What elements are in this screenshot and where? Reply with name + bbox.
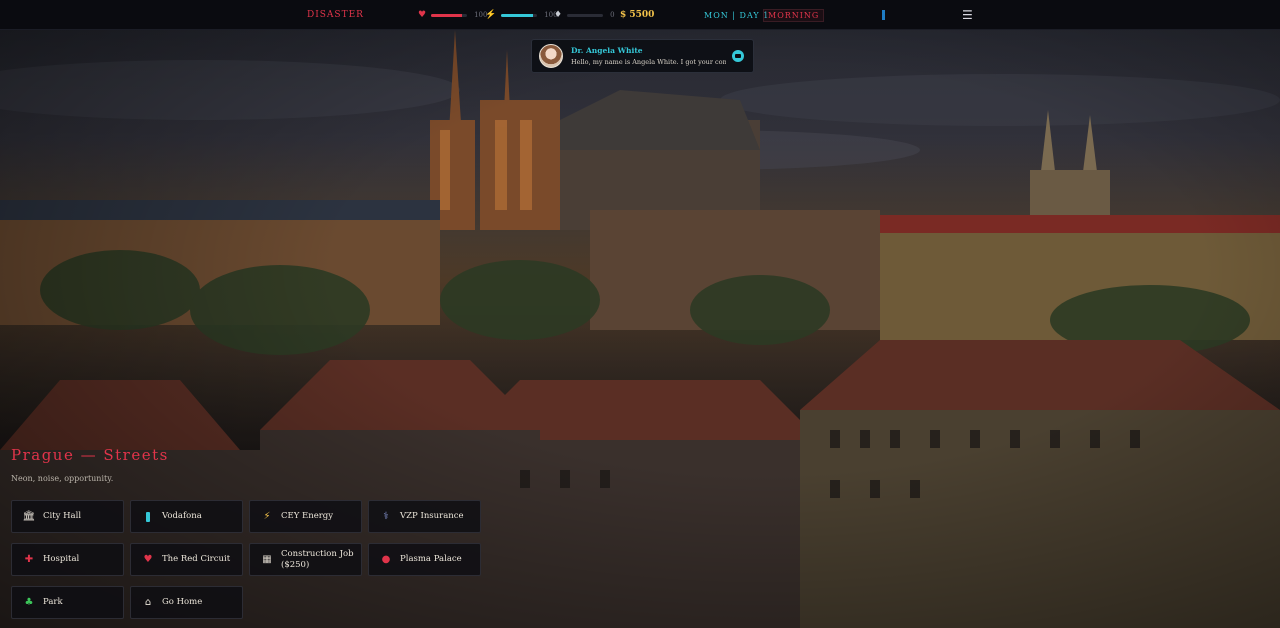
- building-icon: 🏛: [22, 511, 36, 522]
- heart-icon: ♥: [418, 10, 427, 20]
- vodafona-button[interactable]: Vodafona: [130, 500, 243, 533]
- notification-sender: Dr. Angela White: [571, 46, 643, 55]
- health-bar: [431, 13, 468, 17]
- notification-message: Hello, my name is Angela White. I got yo…: [571, 58, 726, 66]
- tree-icon: ♣: [24, 597, 34, 608]
- red-circuit-button[interactable]: ♥ The Red Circuit: [130, 543, 243, 576]
- location-subtitle: Neon, noise, opportunity.: [11, 474, 114, 483]
- button-label: Hospital: [43, 554, 80, 565]
- diamond-icon: ♦: [554, 10, 563, 20]
- button-label: Vodafona: [162, 511, 202, 522]
- button-label: VZP Insurance: [400, 511, 464, 522]
- button-label: Park: [43, 597, 63, 608]
- phone-mini-icon[interactable]: [882, 0, 885, 30]
- message-icon[interactable]: [732, 50, 744, 62]
- heart-icon: ♥: [143, 554, 153, 565]
- button-label: City Hall: [43, 511, 82, 522]
- energy-bar: [501, 13, 538, 17]
- plasma-palace-button[interactable]: ● Plasma Palace: [368, 543, 481, 576]
- go-home-button[interactable]: ⌂ Go Home: [130, 586, 243, 619]
- avatar: [539, 44, 563, 68]
- button-label: Construction Job ($250): [281, 549, 354, 570]
- lightning-icon: ⚡: [263, 511, 271, 522]
- karma-stat: ♦ 0: [554, 0, 615, 30]
- health-stat: ♥ 100: [418, 0, 487, 30]
- blood-drop-icon: ●: [381, 554, 391, 565]
- karma-bar: [567, 13, 604, 17]
- hamburger-menu-icon[interactable]: ☰: [962, 0, 973, 30]
- hospital-icon: ✚: [24, 554, 34, 565]
- message-notification[interactable]: Dr. Angela White Hello, my name is Angel…: [531, 39, 754, 73]
- button-label: The Red Circuit: [162, 554, 231, 565]
- location-actions: 🏛 City Hall Vodafona ⚡ CEY Energy ⚕ VZP …: [11, 500, 481, 622]
- home-icon: ⌂: [144, 597, 152, 608]
- button-label: CEY Energy: [281, 511, 334, 522]
- energy-stat: ⚡ 100: [485, 0, 558, 30]
- top-hud-bar: DISASTER ♥ 100 ⚡ 100 ♦ 0 $ 5500 MON | DA…: [0, 0, 1280, 30]
- cey-energy-button[interactable]: ⚡ CEY Energy: [249, 500, 362, 533]
- hospital-button[interactable]: ✚ Hospital: [11, 543, 124, 576]
- lightning-icon: ⚡: [485, 10, 497, 20]
- phone-icon: [142, 511, 154, 523]
- stethoscope-icon: ⚕: [383, 511, 389, 522]
- construction-job-button[interactable]: ▦ Construction Job ($250): [249, 543, 362, 576]
- park-button[interactable]: ♣ Park: [11, 586, 124, 619]
- city-hall-button[interactable]: 🏛 City Hall: [11, 500, 124, 533]
- location-title: Prague — Streets: [11, 446, 169, 464]
- time-of-day: MORNING: [763, 0, 825, 30]
- day-display: MON | DAY 1: [704, 10, 770, 20]
- game-title: DISASTER: [307, 10, 364, 20]
- karma-value: 0: [610, 11, 615, 19]
- factory-icon: ▦: [262, 554, 272, 565]
- time-of-day-badge: MORNING: [763, 8, 825, 22]
- button-label: Go Home: [162, 597, 203, 608]
- vzp-insurance-button[interactable]: ⚕ VZP Insurance: [368, 500, 481, 533]
- money-display: $ 5500: [620, 10, 655, 20]
- button-label: Plasma Palace: [400, 554, 462, 565]
